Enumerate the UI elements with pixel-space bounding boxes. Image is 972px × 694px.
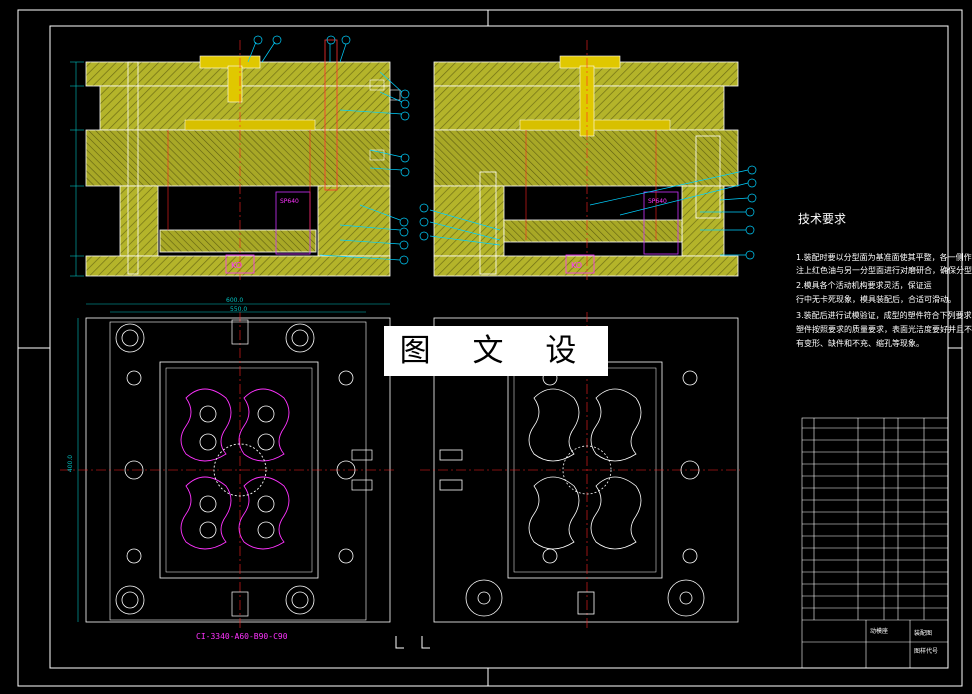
tech-requirement-line-4: 行中无卡死现象，模具装配后，合适可滑动。 [796,295,956,304]
dimension-550: 550.0 [230,306,248,313]
tech-requirement-line-7: 有变形、缺件和不充、缩孔等现象。 [796,339,924,348]
section-view-right [433,40,739,280]
dimension-600: 600.0 [226,297,244,304]
watermark-title: 图 文 设 计 [384,326,608,419]
tech-requirements-heading: 技术要求 [798,212,847,226]
part-number-label: CI-3340-A60-B90-C90 [196,632,288,641]
knockout-label-left: KO [231,261,243,270]
section-view-left [85,39,401,280]
spring-label-right: SP640 [648,198,667,205]
tech-requirement-line-6: 塑件按照要求的质量要求，表面光洁度要好并且不能 [796,325,972,334]
title-block-drawing-number: 图样代号 [914,648,939,655]
dimension-400: 400.0 [67,454,75,473]
vertical-dimensions [70,61,84,277]
title-block-part-name: 动模座 [870,628,889,635]
plan-view-left [60,312,396,630]
tech-requirement-line-1: 1.装配时要以分型面为基准面使其平整，各一侧作为基准。 [796,253,972,262]
tech-requirement-line-2: 注上红色油与另一分型面进行对磨研合，确保分型面接合吻贴。 [796,266,972,275]
title-block-scale-label: 装配图 [914,630,933,637]
view-marks [395,636,430,649]
plan-view-dimensions [77,303,390,622]
tech-requirement-line-3: 2.模具各个活动机构要求灵活，保证运 [796,281,932,290]
tech-requirement-line-5: 3.装配后进行试模验证，成型的塑件符合下列要求： [796,311,972,320]
spring-label-left: SP640 [280,198,299,205]
knockout-label-right: KO [571,261,583,270]
